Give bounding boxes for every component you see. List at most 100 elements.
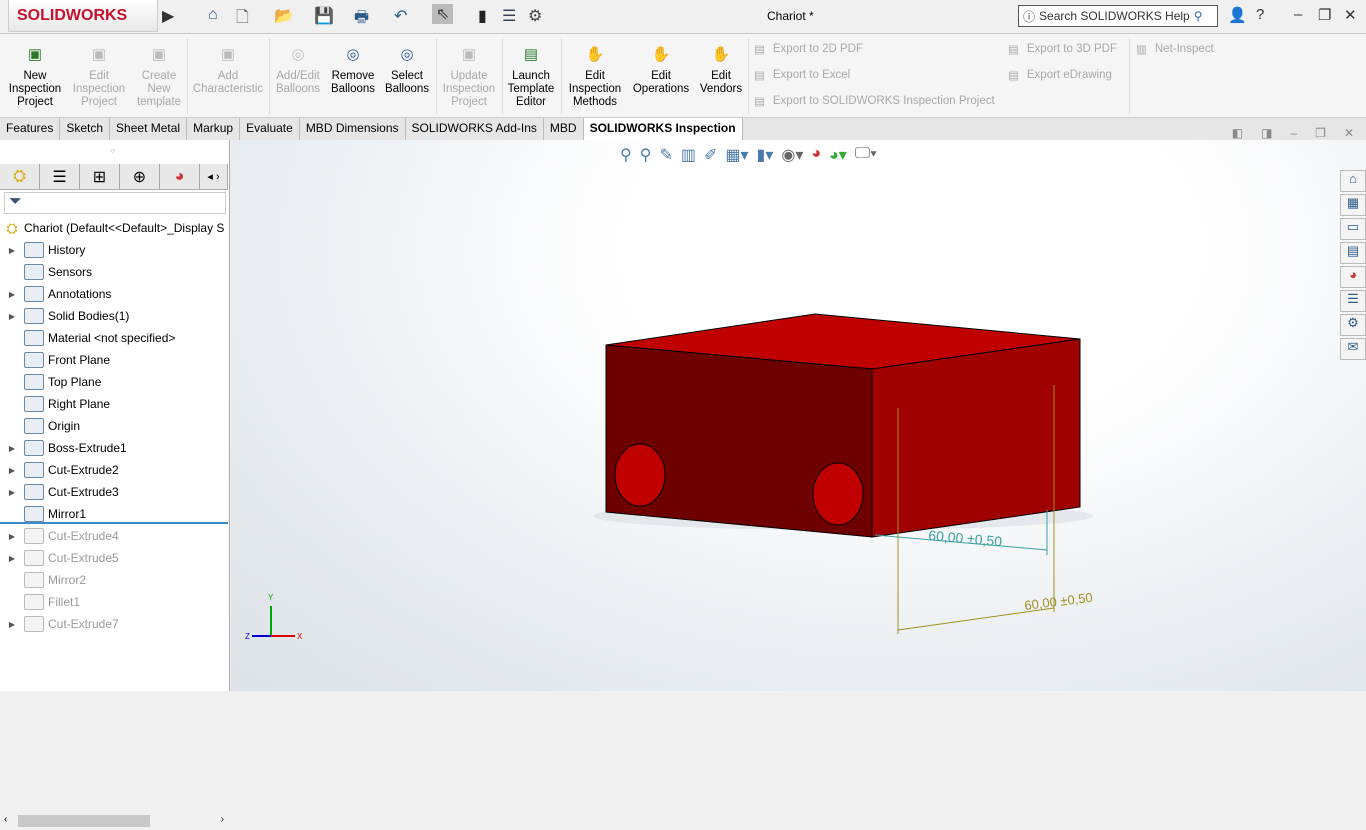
export-3d-pdf-button[interactable]: ▤ Export to 3D PDF [1008,42,1117,56]
edit-inspection-methods-button[interactable]: ✋ Edit Inspection Methods [564,47,626,109]
expand-arrow-icon[interactable]: ▶ [0,312,24,321]
expand-arrow-icon[interactable]: ▶ [0,444,24,453]
appearances-icon[interactable]: ◕ [1340,266,1366,288]
previous-view-icon[interactable]: ✎ [659,145,672,165]
new-inspection-project-button[interactable]: ▣ New Inspection Project [6,47,64,109]
file-explorer-icon[interactable]: ▭ [1340,218,1366,240]
view-palette-icon[interactable]: ▤ [1340,242,1366,264]
launch-template-editor-button[interactable]: ▤ Launch Template Editor [505,47,557,109]
section-view-icon[interactable]: ▥ [681,145,696,165]
create-new-template-button[interactable]: ▣ Create New template [132,47,186,109]
forum-icon[interactable]: ✉ [1340,338,1366,360]
zoom-to-area-icon[interactable]: ⚲ [640,145,652,165]
panel-grip[interactable]: ○ [110,146,115,155]
user-icon[interactable]: 👤 [1228,6,1247,24]
tree-item[interactable]: ▶ Boss-Extrude1 [0,437,228,459]
export-excel-button[interactable]: ▤ Export to Excel [754,68,850,82]
tab-features[interactable]: Features [0,118,61,140]
edit-operations-button[interactable]: ✋ Edit Operations [630,47,692,96]
close-icon[interactable]: ✕ [1344,6,1357,24]
tree-item[interactable]: Top Plane [0,371,228,393]
edit-appearance-icon[interactable]: ◕ [811,145,821,165]
tree-item[interactable]: Origin [0,415,228,437]
expand-arrow-icon[interactable]: ▶ [0,290,24,299]
save-icon[interactable]: 💾 [314,6,334,26]
horizontal-scrollbar[interactable]: ‹ › [0,812,228,830]
configuration-manager-tab-icon[interactable]: ⊞ [80,164,120,189]
solidworks-resources-icon[interactable]: ⚙ [1340,314,1366,336]
view-settings-icon[interactable]: 🖵▾ [855,145,877,165]
rebuild-icon[interactable]: ▮ [478,6,487,26]
tree-item[interactable]: ▶ Cut-Extrude7 [0,613,228,635]
apply-scene-icon[interactable]: ◕▾ [829,145,847,165]
search-icon[interactable]: ⚲ [1194,9,1203,23]
new-icon[interactable]: 🗋 [236,6,249,33]
design-library-icon[interactable]: ▦ [1340,194,1366,216]
view-orientation-icon[interactable]: ▦▾ [725,145,748,165]
file-properties-icon[interactable]: ☰ [502,6,516,26]
custom-properties-icon[interactable]: ☰ [1340,290,1366,312]
export-inspection-project-button[interactable]: ▤ Export to SOLIDWORKS Inspection Project [754,94,995,108]
help-menu-icon[interactable]: ? [1256,6,1264,23]
remove-balloons-button[interactable]: ◎ Remove Balloons [328,47,378,96]
hide-show-icon[interactable]: ◉▾ [781,145,803,165]
tree-item[interactable]: Sensors [0,261,228,283]
tree-item[interactable]: Mirror2 [0,569,228,591]
tree-item[interactable]: Fillet1 [0,591,228,613]
tree-root[interactable]: ⛭ Chariot (Default<<Default>_Display S [0,217,228,239]
tree-item[interactable]: ▶ Cut-Extrude5 [0,547,228,569]
expand-arrow-icon[interactable]: ▶ [0,246,24,255]
property-manager-tab-icon[interactable]: ☰ [40,164,80,189]
options-icon[interactable]: ⚙ [528,6,542,26]
display-manager-tab-icon[interactable]: ◕ [160,164,200,189]
minimize-icon[interactable]: – [1294,6,1302,23]
expand-arrow-icon[interactable]: ▶ [0,532,24,541]
dimxpert-tab-icon[interactable]: ⊕ [120,164,160,189]
select-balloons-button[interactable]: ◎ Select Balloons [382,47,432,96]
tree-item[interactable]: ▶ Cut-Extrude2 [0,459,228,481]
edit-vendors-button[interactable]: ✋ Edit Vendors [696,47,746,96]
print-icon[interactable]: 🖶 [354,6,369,33]
search-input[interactable]: ⓘ Search SOLIDWORKS Help ⚲ [1018,5,1218,27]
tree-item[interactable]: Front Plane [0,349,228,371]
display-style-icon[interactable]: ▮▾ [757,145,774,165]
tree-item[interactable]: Material <not specified> [0,327,228,349]
undo-icon[interactable]: ↶ [394,6,407,26]
export-edrawing-button[interactable]: ▤ Export eDrawing [1008,68,1112,82]
view-restore-icon[interactable]: ❐ [1315,126,1326,140]
expand-arrow-icon[interactable]: ▶ [0,466,24,475]
expand-menu-icon[interactable]: ▶ [162,6,174,26]
add-edit-balloons-button[interactable]: ◎ Add/Edit Balloons [272,47,324,96]
expand-arrow-icon[interactable]: ▶ [0,488,24,497]
feature-manager-tab-icon[interactable]: ⛭ [0,164,40,189]
export-2d-pdf-button[interactable]: ▤ Export to 2D PDF [754,42,863,56]
tree-item[interactable]: ▶ Cut-Extrude4 [0,525,228,547]
tree-item[interactable]: Right Plane [0,393,228,415]
next-view-icon[interactable]: ◨ [1261,126,1272,140]
tree-item[interactable]: ▶ History [0,239,228,261]
tree-item[interactable]: ▶ Cut-Extrude3 [0,481,228,503]
view-close-icon[interactable]: ✕ [1344,126,1354,140]
tab-scroll-arrows[interactable]: ◂ › [200,164,228,189]
prev-view-icon[interactable]: ◧ [1232,126,1243,140]
view-minimize-icon[interactable]: – [1290,126,1297,140]
tab-sheet-metal[interactable]: Sheet Metal [110,118,188,140]
expand-arrow-icon[interactable]: ▶ [0,554,24,563]
dynamic-annotation-icon[interactable]: ✐ [704,145,717,165]
filter-icon[interactable]: ⏷ [4,192,226,214]
net-inspect-button[interactable]: ▥ Net-Inspect [1136,42,1214,56]
tree-item[interactable]: ▶ Solid Bodies(1) [0,305,228,327]
restore-icon[interactable]: ❐ [1318,6,1331,24]
graphics-area[interactable]: 60,00 ±0,50 60,00 ±0,50 Y X Z [231,140,1366,691]
add-characteristic-button[interactable]: ▣ Add Characteristic [192,47,264,96]
open-icon[interactable]: 📂 [274,6,294,26]
expand-arrow-icon[interactable]: ▶ [0,620,24,629]
edit-inspection-project-button[interactable]: ▣ Edit Inspection Project [70,47,128,109]
update-inspection-project-button[interactable]: ▣ Update Inspection Project [440,47,498,109]
tab-sketch[interactable]: Sketch [60,118,111,140]
zoom-to-fit-icon[interactable]: ⚲ [620,145,632,165]
home-icon[interactable]: ⌂ [1340,170,1366,192]
rollback-bar[interactable] [0,522,228,524]
tree-item[interactable]: ▶ Annotations [0,283,228,305]
solidworks-logo[interactable]: SOLIDWORKS [8,0,158,32]
